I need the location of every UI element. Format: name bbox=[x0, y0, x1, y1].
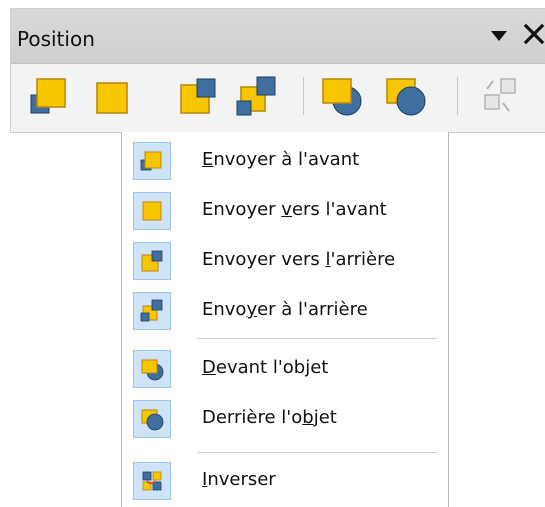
reverse-button[interactable] bbox=[475, 71, 525, 121]
panel-close-button[interactable] bbox=[521, 21, 545, 47]
menu-item-label: Devant l'objet bbox=[202, 357, 329, 378]
in-front-of-object-button[interactable] bbox=[317, 71, 367, 121]
menu-item-label: Envoyer vers l'arrière bbox=[202, 249, 396, 270]
position-panel: Position bbox=[10, 8, 545, 133]
send-to-back-button[interactable] bbox=[233, 71, 283, 121]
toolbar-separator bbox=[457, 77, 458, 115]
bring-forward-icon bbox=[96, 82, 128, 114]
menu-item-label: Derrière l'objet bbox=[202, 407, 337, 428]
menu-item-reverse[interactable]: Inverser bbox=[122, 458, 448, 504]
menu-item-label: Envoyer vers l'avant bbox=[202, 199, 387, 220]
close-icon bbox=[523, 23, 545, 45]
bring-to-front-icon bbox=[133, 142, 171, 180]
reverse-icon bbox=[484, 78, 516, 112]
in-front-of-object-icon bbox=[322, 78, 362, 116]
behind-object-button[interactable] bbox=[381, 71, 431, 121]
menu-item-label: Inverser bbox=[202, 469, 276, 490]
send-to-back-icon bbox=[133, 292, 171, 330]
send-to-back-icon bbox=[236, 76, 276, 116]
menu-separator bbox=[197, 452, 437, 453]
bring-to-front-button[interactable] bbox=[25, 71, 75, 121]
page: Position Envoyer à l'avant Envoyer vers … bbox=[0, 0, 545, 507]
menu-item-send-to-back[interactable]: Envoyer à l'arrière bbox=[122, 288, 448, 334]
in-front-of-object-icon bbox=[133, 350, 171, 388]
panel-titlebar: Position bbox=[11, 9, 545, 64]
reverse-icon bbox=[133, 462, 171, 500]
menu-separator bbox=[197, 338, 437, 339]
send-backward-button[interactable] bbox=[173, 71, 223, 121]
bring-to-front-icon bbox=[30, 78, 66, 114]
send-backward-icon bbox=[133, 242, 171, 280]
behind-object-icon bbox=[386, 78, 426, 116]
menu-item-bring-to-front[interactable]: Envoyer à l'avant bbox=[122, 138, 448, 184]
behind-object-icon bbox=[133, 400, 171, 438]
menu-item-in-front-of-object[interactable]: Devant l'objet bbox=[122, 346, 448, 392]
menu-item-label: Envoyer à l'arrière bbox=[202, 299, 368, 320]
position-dropdown-menu: Envoyer à l'avant Envoyer vers l'avant E… bbox=[121, 132, 449, 507]
menu-item-bring-forward[interactable]: Envoyer vers l'avant bbox=[122, 188, 448, 234]
toolbar-separator bbox=[303, 77, 304, 115]
panel-menu-button[interactable] bbox=[489, 26, 509, 46]
bring-forward-button[interactable] bbox=[87, 71, 137, 121]
triangle-down-icon bbox=[491, 31, 507, 41]
send-backward-icon bbox=[180, 78, 216, 114]
menu-item-send-backward[interactable]: Envoyer vers l'arrière bbox=[122, 238, 448, 284]
menu-item-label: Envoyer à l'avant bbox=[202, 149, 360, 170]
position-toolbar bbox=[11, 65, 545, 134]
panel-title: Position bbox=[17, 27, 95, 51]
bring-forward-icon bbox=[133, 192, 171, 230]
menu-item-behind-object[interactable]: Derrière l'objet bbox=[122, 396, 448, 442]
